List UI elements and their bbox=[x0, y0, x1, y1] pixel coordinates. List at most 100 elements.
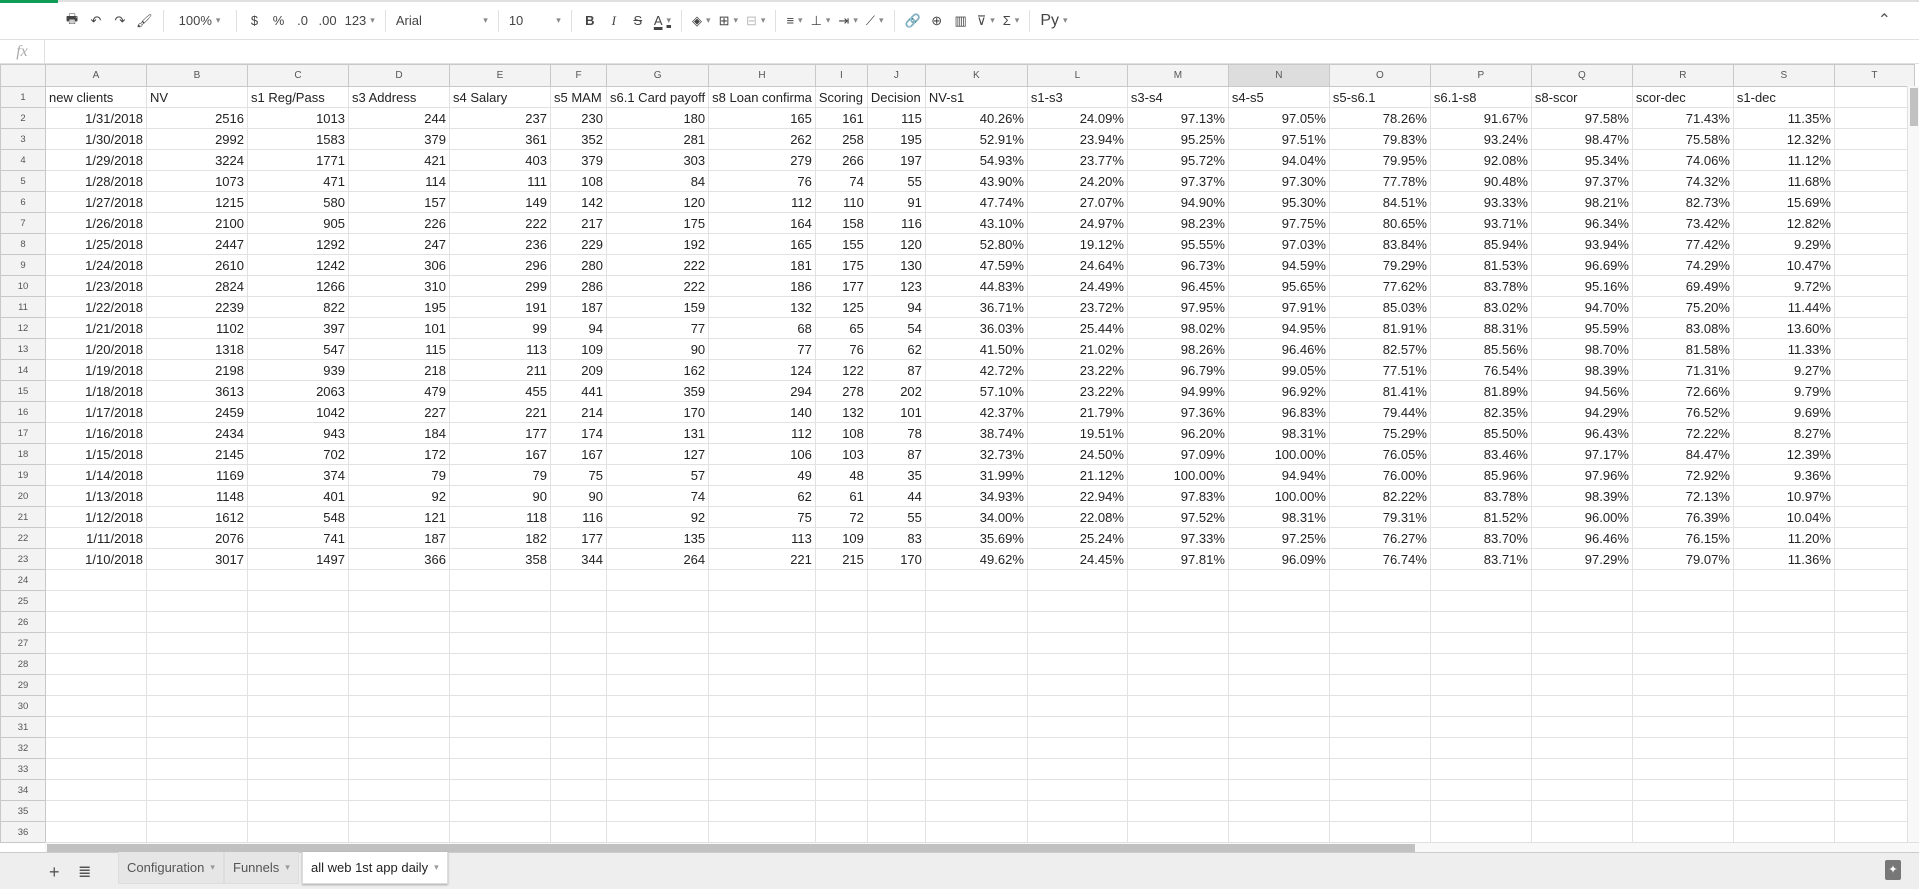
cell[interactable] bbox=[1227, 695, 1330, 717]
cell[interactable]: 1771 bbox=[247, 149, 349, 171]
cell[interactable]: 94 bbox=[866, 296, 926, 318]
cell[interactable] bbox=[1631, 590, 1734, 612]
cell[interactable]: 85.50% bbox=[1429, 422, 1532, 444]
cell[interactable]: 98.02% bbox=[1126, 317, 1229, 339]
cell[interactable]: 93.71% bbox=[1429, 212, 1532, 234]
cell[interactable]: 132 bbox=[708, 296, 816, 318]
cell[interactable]: 702 bbox=[247, 443, 349, 465]
cell[interactable]: 96.46% bbox=[1530, 527, 1633, 549]
cell[interactable]: 9.29% bbox=[1732, 233, 1835, 255]
cell[interactable] bbox=[1126, 632, 1229, 654]
cell[interactable]: 97.36% bbox=[1126, 401, 1229, 423]
cell[interactable] bbox=[449, 590, 551, 612]
cell[interactable] bbox=[1732, 821, 1835, 843]
cell[interactable]: 94.94% bbox=[1227, 464, 1330, 486]
cell[interactable]: 55 bbox=[866, 506, 926, 528]
cell[interactable] bbox=[550, 716, 607, 738]
cell[interactable]: 57.10% bbox=[924, 380, 1028, 402]
cell[interactable] bbox=[866, 800, 926, 822]
cell[interactable] bbox=[708, 653, 816, 675]
cell[interactable]: 49 bbox=[708, 464, 816, 486]
cell[interactable] bbox=[1227, 632, 1330, 654]
cell[interactable] bbox=[348, 611, 450, 633]
cell[interactable]: 76.27% bbox=[1328, 527, 1431, 549]
header-cell[interactable]: s8-scor bbox=[1530, 86, 1633, 108]
cell[interactable] bbox=[348, 716, 450, 738]
cell[interactable]: 43.90% bbox=[924, 170, 1028, 192]
cell[interactable] bbox=[708, 674, 816, 696]
redo-icon[interactable]: ↷ bbox=[108, 8, 132, 34]
cell[interactable] bbox=[247, 569, 349, 591]
cell[interactable] bbox=[814, 569, 868, 591]
cell[interactable]: 34.00% bbox=[924, 506, 1028, 528]
cell[interactable]: 98.39% bbox=[1530, 359, 1633, 381]
row-header[interactable]: 4 bbox=[0, 149, 46, 171]
merge-cells-icon[interactable]: ⊟ bbox=[742, 8, 769, 34]
cell[interactable]: 278 bbox=[814, 380, 868, 402]
cell[interactable]: 1215 bbox=[146, 191, 248, 213]
header-cell[interactable]: s1-dec bbox=[1732, 86, 1835, 108]
cell[interactable] bbox=[1833, 779, 1915, 801]
cell[interactable]: 222 bbox=[605, 275, 710, 297]
cell[interactable] bbox=[1026, 737, 1128, 759]
cell[interactable] bbox=[348, 695, 450, 717]
cell[interactable] bbox=[1328, 800, 1431, 822]
cell[interactable] bbox=[1631, 716, 1734, 738]
cell[interactable] bbox=[247, 737, 349, 759]
bold-button[interactable]: B bbox=[578, 8, 602, 34]
cell[interactable]: 118 bbox=[449, 506, 551, 528]
cell[interactable]: 75.20% bbox=[1631, 296, 1734, 318]
cell[interactable] bbox=[708, 821, 816, 843]
cell[interactable]: 97.83% bbox=[1126, 485, 1229, 507]
cell[interactable]: 2145 bbox=[146, 443, 248, 465]
filter-icon[interactable]: ⊽ bbox=[973, 8, 999, 34]
cell[interactable]: 1583 bbox=[247, 128, 349, 150]
paint-format-icon[interactable]: 🖌 bbox=[132, 8, 157, 34]
cell[interactable]: 266 bbox=[814, 149, 868, 171]
cell[interactable] bbox=[1833, 527, 1915, 549]
cell[interactable]: 112 bbox=[708, 191, 816, 213]
cell[interactable] bbox=[605, 737, 710, 759]
cell[interactable]: 77.78% bbox=[1328, 170, 1431, 192]
cell[interactable] bbox=[146, 779, 248, 801]
cell[interactable]: 99.05% bbox=[1227, 359, 1330, 381]
cell[interactable]: 158 bbox=[814, 212, 868, 234]
cell[interactable] bbox=[449, 758, 551, 780]
cell[interactable] bbox=[1026, 674, 1128, 696]
cell[interactable] bbox=[924, 695, 1028, 717]
cell[interactable]: 95.16% bbox=[1530, 275, 1633, 297]
cell[interactable]: 13.60% bbox=[1732, 317, 1835, 339]
cell[interactable]: 281 bbox=[605, 128, 710, 150]
cell[interactable] bbox=[449, 674, 551, 696]
cell[interactable]: 101 bbox=[348, 317, 450, 339]
cell[interactable]: 23.22% bbox=[1026, 359, 1128, 381]
row-header[interactable]: 17 bbox=[0, 422, 46, 444]
cell[interactable]: 142 bbox=[550, 191, 607, 213]
cell[interactable]: 74 bbox=[605, 485, 710, 507]
cell[interactable]: 180 bbox=[605, 107, 710, 129]
cell[interactable] bbox=[924, 779, 1028, 801]
cell[interactable]: 23.72% bbox=[1026, 296, 1128, 318]
cell[interactable]: 164 bbox=[708, 212, 816, 234]
cell[interactable]: 21.02% bbox=[1026, 338, 1128, 360]
cell[interactable]: 78.26% bbox=[1328, 107, 1431, 129]
cell[interactable]: 95.59% bbox=[1530, 317, 1633, 339]
cell[interactable]: 3017 bbox=[146, 548, 248, 570]
cell[interactable] bbox=[605, 590, 710, 612]
cell[interactable] bbox=[708, 716, 816, 738]
cell[interactable]: 22.94% bbox=[1026, 485, 1128, 507]
column-header-t[interactable]: T bbox=[1833, 64, 1915, 87]
percent-format-button[interactable]: % bbox=[267, 8, 291, 34]
cell[interactable] bbox=[924, 758, 1028, 780]
cell[interactable] bbox=[924, 821, 1028, 843]
cell[interactable]: 98.31% bbox=[1227, 422, 1330, 444]
sheet-tab-configuration[interactable]: Configuration bbox=[118, 852, 224, 884]
cell[interactable] bbox=[814, 695, 868, 717]
cell[interactable]: 42.37% bbox=[924, 401, 1028, 423]
cell[interactable] bbox=[708, 611, 816, 633]
cell[interactable] bbox=[1126, 821, 1229, 843]
cell[interactable]: 81.58% bbox=[1631, 338, 1734, 360]
cell[interactable]: 97.13% bbox=[1126, 107, 1229, 129]
column-header-i[interactable]: I bbox=[814, 64, 868, 87]
cell[interactable]: 209 bbox=[550, 359, 607, 381]
